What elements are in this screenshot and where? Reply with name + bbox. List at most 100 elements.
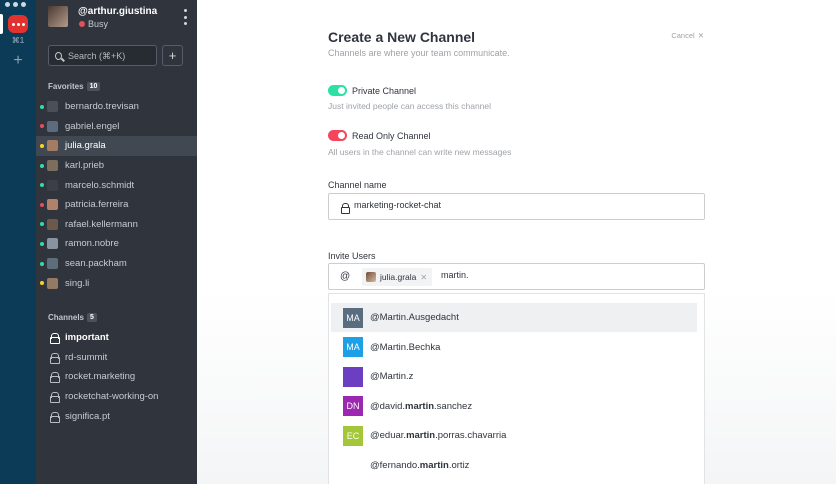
- sidebar-channel-rocket-marketing[interactable]: rocket.marketing: [36, 367, 197, 387]
- private-channel-label: Private Channel: [352, 86, 417, 96]
- private-channel-hint: Just invited people can access this chan…: [328, 101, 492, 111]
- user-suggestion[interactable]: DN @david.martin.sanchez: [331, 392, 697, 421]
- invite-users-label: Invite Users: [328, 251, 376, 261]
- avatar: [343, 366, 363, 387]
- sidebar-item-label: rd-summit: [65, 351, 108, 363]
- sidebar-item-label: bernardo.trevisan: [65, 101, 139, 113]
- sidebar-item-sean-packham[interactable]: sean.packham: [36, 254, 197, 274]
- suggestion-username: @Martin.z: [370, 371, 414, 383]
- lock-icon: [341, 203, 350, 214]
- avatar: MA: [343, 307, 363, 328]
- sidebar-channel-rocketchat-working-on[interactable]: rocketchat-working-on: [36, 387, 197, 407]
- sidebar-item-rafael-kellermann[interactable]: rafael.kellermann: [36, 215, 197, 235]
- search-icon: [55, 51, 62, 60]
- read-only-label: Read Only Channel: [352, 131, 431, 141]
- favorites-header: Favorites 10: [48, 82, 101, 91]
- suggestion-username: @david.martin.sanchez: [370, 400, 473, 412]
- user-suggestion[interactable]: EC @eduar.martin.porras.chavarria: [331, 421, 697, 450]
- lock-icon: [50, 352, 60, 364]
- suggestion-username: @fernando.martin.ortiz: [370, 460, 470, 471]
- status-indicator: [40, 104, 44, 109]
- sidebar-item-ramon-nobre[interactable]: ramon.nobre: [36, 234, 197, 254]
- channels-list: important rd-summit rocket.marketing rocket…: [36, 328, 197, 426]
- channels-count: 5: [87, 313, 97, 322]
- invite-users-input[interactable]: [441, 270, 641, 280]
- avatar: [47, 218, 58, 230]
- status-indicator: [40, 124, 44, 129]
- sidebar-channel-significa-pt[interactable]: significa.pt: [36, 406, 197, 426]
- at-icon: @: [340, 271, 351, 282]
- sidebar-item-label: sean.packham: [65, 258, 127, 270]
- sidebar-item-label: rafael.kellermann: [65, 218, 138, 230]
- channels-title: Channels: [48, 313, 85, 322]
- user-suggestion[interactable]: MA @Martin.Ausgedacht: [331, 303, 697, 332]
- search-input[interactable]: [68, 50, 156, 61]
- user-suggestion[interactable]: @fernando.martin.ortiz: [331, 451, 697, 480]
- avatar: [47, 199, 58, 211]
- sidebar-item-label: marcelo.schmidt: [65, 179, 135, 191]
- kebab-menu-icon[interactable]: [180, 9, 190, 25]
- status-indicator: [40, 241, 44, 246]
- chip-avatar: [366, 272, 376, 282]
- suggestion-username: @Martin.Ausgedacht: [370, 312, 459, 323]
- cancel-button[interactable]: Cancel ✕: [671, 31, 704, 40]
- sidebar-item-label: julia.grala: [65, 140, 106, 152]
- sidebar-item-patricia-ferreira[interactable]: patricia.ferreira: [36, 195, 197, 215]
- rocket-chat-logo-icon[interactable]: [8, 15, 28, 33]
- lock-icon: [50, 333, 60, 345]
- avatar: [47, 120, 58, 132]
- user-suggestions-dropdown: MA @Martin.Ausgedacht MA @Martin.Bechka @Mar…: [328, 293, 705, 484]
- favorites-list: bernardo.trevisan gabriel.engel julia.gral…: [36, 97, 197, 293]
- user-suggestion[interactable]: MA @Martin.Bechka: [331, 333, 697, 362]
- status-indicator: [40, 222, 44, 227]
- sidebar-channel-important[interactable]: important: [36, 328, 197, 348]
- window-controls[interactable]: [5, 2, 26, 7]
- channel-name-input[interactable]: [354, 200, 684, 210]
- avatar: DN: [343, 396, 363, 417]
- sidebar-channel-rd-summit[interactable]: rd-summit: [36, 348, 197, 368]
- channel-name-field[interactable]: [328, 193, 705, 220]
- sidebar-item-label: important: [65, 332, 109, 344]
- avatar: [47, 160, 58, 172]
- status-indicator: [40, 261, 44, 266]
- sidebar: @arthur.giustina Busy + Favorites 10 ber…: [36, 0, 197, 484]
- lock-icon: [50, 372, 60, 384]
- favorites-title: Favorites: [48, 82, 84, 91]
- avatar[interactable]: [48, 6, 68, 27]
- user-suggestion[interactable]: @Martin.z: [331, 362, 697, 391]
- create-new-button[interactable]: +: [162, 45, 183, 66]
- avatar: [343, 455, 363, 476]
- avatar: EC: [343, 425, 363, 446]
- active-server-indicator: [0, 14, 3, 34]
- sidebar-item-gabriel-engel[interactable]: gabriel.engel: [36, 117, 197, 137]
- lock-icon: [50, 392, 60, 404]
- server-shortcut: ⌘1: [11, 36, 25, 45]
- status-indicator: [40, 202, 44, 207]
- sidebar-item-julia-grala[interactable]: julia.grala: [36, 136, 197, 156]
- sidebar-item-label: gabriel.engel: [65, 120, 120, 132]
- add-server-button[interactable]: +: [0, 52, 36, 70]
- user-header[interactable]: @arthur.giustina Busy: [48, 6, 192, 32]
- avatar: [47, 277, 58, 289]
- status-indicator: [40, 143, 44, 148]
- page-subtitle: Channels are where your team communicate…: [328, 48, 510, 58]
- search-box[interactable]: [48, 45, 157, 66]
- suggestion-username: @Martin.Bechka: [370, 341, 441, 353]
- read-only-toggle[interactable]: [328, 130, 347, 141]
- sidebar-item-label: rocket.marketing: [65, 371, 136, 383]
- sidebar-item-bernardo-trevisan[interactable]: bernardo.trevisan: [36, 97, 197, 117]
- invite-users-field[interactable]: @ julia.grala ✕: [328, 263, 705, 290]
- sidebar-item-marcelo-schmidt[interactable]: marcelo.schmidt: [36, 175, 197, 195]
- remove-chip-icon[interactable]: ✕: [420, 273, 427, 282]
- status-indicator: [79, 21, 85, 27]
- avatar: [47, 238, 58, 250]
- status-indicator: [40, 281, 44, 286]
- avatar: MA: [343, 337, 363, 358]
- sidebar-item-karl-prieb[interactable]: karl.prieb: [36, 156, 197, 176]
- sidebar-item-label: significa.pt: [65, 410, 110, 422]
- sidebar-item-label: patricia.ferreira: [65, 199, 129, 211]
- sidebar-item-sing-li[interactable]: sing.li: [36, 273, 197, 293]
- invited-user-chip: julia.grala ✕: [362, 268, 433, 286]
- private-channel-toggle[interactable]: [328, 85, 347, 96]
- sidebar-item-label: rocketchat-working-on: [65, 391, 159, 403]
